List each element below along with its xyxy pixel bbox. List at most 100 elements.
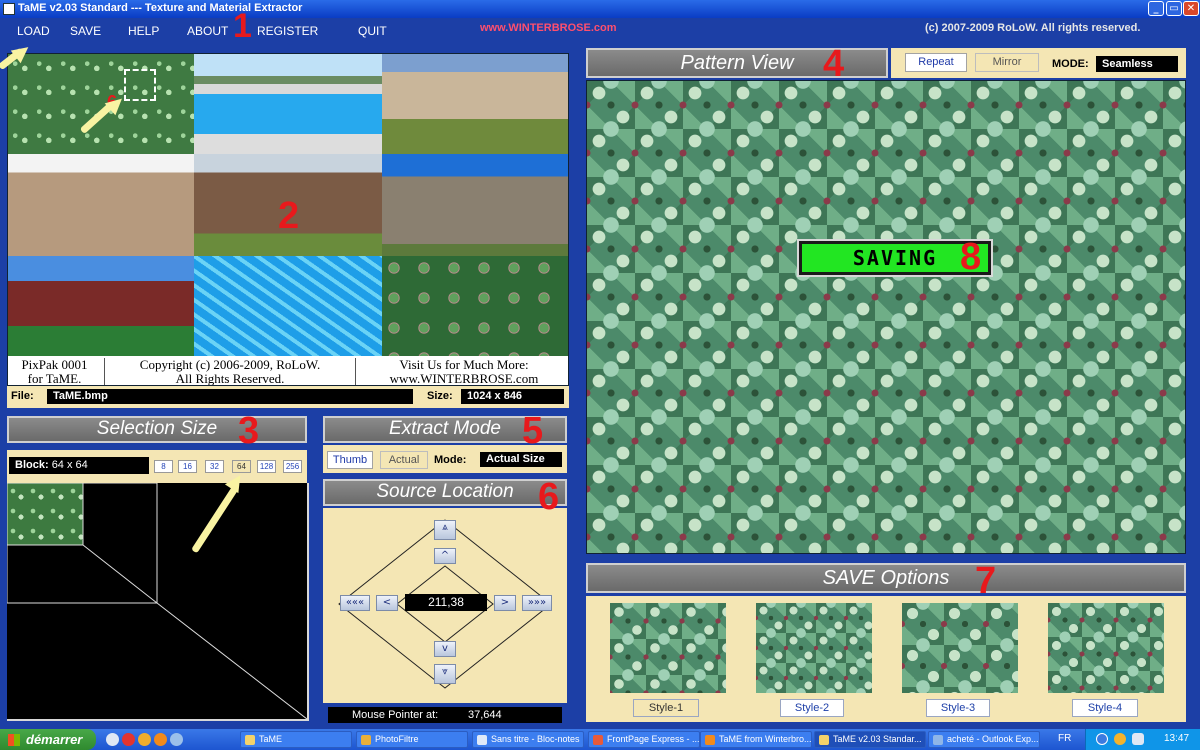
title-bar: TaME v2.03 Standard --- Texture and Mate… <box>0 0 1200 18</box>
menu-about[interactable]: ABOUT <box>187 24 228 38</box>
move-left-button[interactable]: < <box>376 595 398 611</box>
maximize-button[interactable]: ▭ <box>1166 1 1182 16</box>
volume-tray-icon[interactable] <box>1132 733 1144 745</box>
start-label: démarrer <box>26 732 83 747</box>
style-3-preview[interactable] <box>902 603 1018 693</box>
pixpak-caption-copyright: Copyright (c) 2006-2009, RoLoW. All Righ… <box>104 358 356 385</box>
file-label: File: <box>11 390 34 402</box>
selection-guide-lines <box>7 483 307 719</box>
task-photofiltre[interactable]: PhotoFiltre <box>356 731 468 748</box>
size-32-button[interactable]: 32 <box>205 460 224 473</box>
firefox-icon <box>705 735 715 745</box>
marker-6: 6 <box>538 476 560 518</box>
mouse-pointer-value: 37,644 <box>468 709 502 721</box>
extract-mode-label: Mode: <box>434 454 467 466</box>
clock: 13:47 <box>1164 733 1190 744</box>
thumb-ivy-leaves[interactable] <box>8 54 194 154</box>
size-8-button[interactable]: 8 <box>154 460 173 473</box>
repeat-button[interactable]: Repeat <box>905 53 967 72</box>
style-2-preview[interactable] <box>756 603 872 693</box>
selection-preview <box>7 483 309 721</box>
pattern-mode-label: MODE: <box>1052 58 1089 70</box>
style-1-preview[interactable] <box>610 603 726 693</box>
task-tame-folder[interactable]: TaME <box>240 731 352 748</box>
help-tray-icon[interactable] <box>1096 733 1108 745</box>
thumb-leaf-groundcover[interactable] <box>382 256 568 356</box>
copyright-text: (c) 2007-2009 RoLoW. All rights reserved… <box>925 22 1141 34</box>
language-indicator[interactable]: FR <box>1058 733 1071 744</box>
mouse-pointer-label: Mouse Pointer at: <box>352 709 439 721</box>
task-notepad[interactable]: Sans titre - Bloc-notes <box>472 731 584 748</box>
close-button[interactable]: ✕ <box>1183 1 1199 16</box>
size-256-button[interactable]: 256 <box>283 460 302 473</box>
save-options-header: SAVE Options <box>586 563 1186 593</box>
pattern-mode-value: Seamless <box>1096 56 1178 72</box>
extract-mode-value: Actual Size <box>480 452 562 467</box>
task-tame-app[interactable]: TaME v2.03 Standar... <box>814 731 926 748</box>
thumb-stone-building[interactable] <box>382 154 568 256</box>
website-link[interactable]: www.WINTERBROSE.com <box>480 22 617 34</box>
task-label: Sans titre - Bloc-notes <box>491 734 580 744</box>
thumb-sand-dune[interactable] <box>382 54 568 154</box>
thumb-brick-building[interactable] <box>8 256 194 356</box>
firefox-icon[interactable] <box>154 733 167 746</box>
size-16-button[interactable]: 16 <box>178 460 197 473</box>
move-up-button[interactable]: ^ <box>434 548 456 564</box>
explorer-icon[interactable] <box>170 733 183 746</box>
windows-logo-icon <box>8 734 20 746</box>
minimize-button[interactable]: _ <box>1148 1 1164 16</box>
network-tray-icon[interactable] <box>1114 733 1126 745</box>
marker-3: 3 <box>238 410 260 452</box>
task-firefox[interactable]: TaME from Winterbro... <box>700 731 812 748</box>
style-1-button[interactable]: Style-1 <box>633 699 699 717</box>
style-4-button[interactable]: Style-4 <box>1072 699 1138 717</box>
move-bottom-button[interactable]: ⩔ <box>434 664 456 684</box>
move-right-button[interactable]: > <box>494 595 516 611</box>
style-2-button[interactable]: Style-2 <box>780 699 844 717</box>
actual-mode-button[interactable]: Actual <box>380 451 428 469</box>
selection-rectangle[interactable] <box>124 69 156 101</box>
image-size-value: 1024 x 846 <box>461 389 564 404</box>
move-far-left-button[interactable]: ««« <box>340 595 370 611</box>
task-frontpage[interactable]: FrontPage Express - ... <box>588 731 700 748</box>
move-top-button[interactable]: ⩓ <box>434 520 456 540</box>
photofiltre-icon <box>361 735 371 745</box>
file-name-value: TaME.bmp <box>47 389 413 404</box>
task-label: PhotoFiltre <box>375 734 419 744</box>
thumb-swimming-pool[interactable] <box>194 54 382 154</box>
menu-help[interactable]: HELP <box>128 24 159 38</box>
selection-size-header: Selection Size <box>7 416 307 443</box>
thumb-pool-water[interactable] <box>194 256 382 356</box>
start-button[interactable]: démarrer <box>0 729 96 750</box>
media-player-icon[interactable] <box>122 733 135 746</box>
window-title: TaME v2.03 Standard --- Texture and Mate… <box>18 2 303 14</box>
menu-save[interactable]: SAVE <box>70 24 101 38</box>
menu-load[interactable]: LOAD <box>17 24 50 38</box>
marker-5: 5 <box>522 410 544 452</box>
task-outlook[interactable]: acheté - Outlook Exp... <box>928 731 1040 748</box>
task-label: TaME <box>259 734 283 744</box>
marker-4: 4 <box>823 43 845 85</box>
thumb-mode-button[interactable]: Thumb <box>327 451 373 469</box>
menu-register[interactable]: REGISTER <box>257 24 318 38</box>
pattern-preview[interactable] <box>586 80 1186 554</box>
style-3-button[interactable]: Style-3 <box>926 699 990 717</box>
outlook-express-icon[interactable] <box>138 733 151 746</box>
move-far-right-button[interactable]: »»» <box>522 595 552 611</box>
system-tray: FR 13:47 <box>1058 729 1200 750</box>
move-down-button[interactable]: v <box>434 641 456 657</box>
task-label: acheté - Outlook Exp... <box>947 734 1039 744</box>
marker-2: 2 <box>278 195 300 237</box>
thumb-sand-pile[interactable] <box>8 154 194 256</box>
task-label: FrontPage Express - ... <box>607 734 700 744</box>
task-label: TaME from Winterbro... <box>719 734 812 744</box>
show-desktop-icon[interactable] <box>106 733 119 746</box>
source-coords-display: 211,38 <box>405 594 487 611</box>
tame-app-icon <box>819 735 829 745</box>
size-128-button[interactable]: 128 <box>257 460 276 473</box>
menu-quit[interactable]: QUIT <box>358 24 387 38</box>
pixpak-caption-id: PixPak 0001 for TaME. <box>21 357 88 386</box>
style-4-preview[interactable] <box>1048 603 1164 693</box>
folder-icon <box>245 735 255 745</box>
mirror-button[interactable]: Mirror <box>975 53 1039 72</box>
